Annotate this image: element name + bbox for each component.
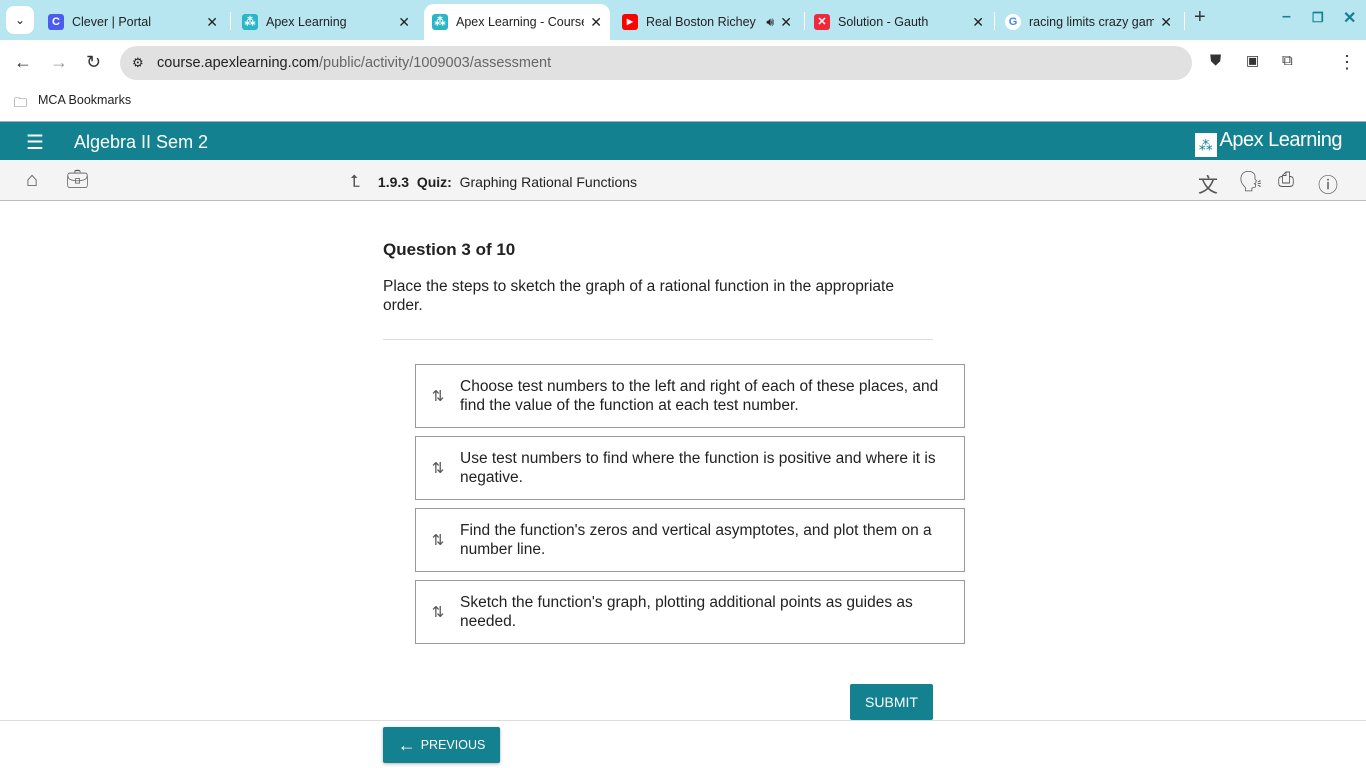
tab-title: Apex Learning - Course bbox=[456, 15, 585, 29]
close-icon[interactable]: ✕ bbox=[590, 14, 602, 31]
tab-youtube[interactable]: ▶ Real Boston Richey 🔊︎ ✕ bbox=[614, 4, 800, 40]
reorder-icon[interactable]: ⇅ bbox=[416, 603, 460, 622]
footer: ← PREVIOUS bbox=[0, 720, 1366, 768]
tab-title: Apex Learning bbox=[266, 15, 347, 29]
extensions-icon[interactable]: ⧉ bbox=[1282, 52, 1293, 69]
apex-icon: ⁂ bbox=[432, 14, 448, 30]
close-icon[interactable]: ✕ bbox=[398, 14, 410, 31]
new-tab-button[interactable]: + bbox=[1194, 6, 1206, 29]
read-aloud-icon[interactable]: 🗣︎ bbox=[1238, 169, 1263, 194]
forward-icon[interactable]: → bbox=[50, 52, 68, 73]
apex-logo: ⁂ Apex Learning bbox=[1194, 129, 1343, 157]
reload-icon[interactable]: ↻ bbox=[86, 52, 101, 73]
reorder-icon[interactable]: ⇅ bbox=[416, 459, 460, 478]
question-panel: Question 3 of 10 Place the steps to sket… bbox=[383, 240, 943, 340]
navigation-bar: ← → ↻ ⚙ course.apexlearning.com/public/a… bbox=[0, 40, 1366, 84]
course-header: ☰ Algebra II Sem 2 ⁂ Apex Learning bbox=[0, 121, 1366, 160]
course-title: Algebra II Sem 2 bbox=[74, 132, 209, 152]
tab-apex-learning[interactable]: ⁂ Apex Learning ✕ bbox=[234, 4, 418, 40]
apex-icon: ⁂ bbox=[242, 14, 258, 30]
breadcrumb: ⮤ 1.9.3 Quiz: Graphing Rational Function… bbox=[350, 172, 637, 192]
briefcase-icon[interactable]: 💼︎ bbox=[66, 169, 89, 190]
up-arrow-icon[interactable]: ⮤ bbox=[350, 172, 360, 191]
hamburger-menu-icon[interactable]: ☰ bbox=[26, 130, 44, 155]
close-window-button[interactable]: ✕ bbox=[1343, 8, 1356, 28]
shield-extension-icon[interactable]: ⛊ bbox=[1210, 52, 1221, 69]
speaker-icon[interactable]: 🔊︎ bbox=[766, 15, 774, 30]
clever-icon: C bbox=[48, 14, 64, 30]
bookmarks-bar: 🗀 MCA Bookmarks bbox=[0, 84, 1366, 120]
sortable-item[interactable]: ⇅ Find the function's zeros and vertical … bbox=[415, 508, 965, 572]
sortable-item[interactable]: ⇅ Use test numbers to find where the func… bbox=[415, 436, 965, 500]
item-text: Use test numbers to find where the funct… bbox=[460, 450, 936, 486]
sortable-item[interactable]: ⇅ Sketch the function's graph, plotting a… bbox=[415, 580, 965, 644]
home-icon[interactable]: ⌂ bbox=[26, 169, 38, 192]
sortable-item[interactable]: ⇅ Choose test numbers to the left and rig… bbox=[415, 364, 965, 428]
reorder-icon[interactable]: ⇅ bbox=[416, 387, 460, 406]
close-icon[interactable]: ✕ bbox=[206, 14, 218, 31]
tab-title: Solution - Gauth bbox=[838, 15, 929, 29]
gauth-icon: ✕ bbox=[814, 14, 830, 30]
help-icon[interactable]: ⓘ bbox=[1318, 169, 1338, 198]
minimize-button[interactable]: – bbox=[1282, 8, 1291, 26]
question-number: Question 3 of 10 bbox=[383, 240, 516, 259]
item-text: Choose test numbers to the left and righ… bbox=[460, 378, 939, 414]
tab-apex-course[interactable]: ⁂ Apex Learning - Course ✕ bbox=[424, 4, 610, 40]
tab-gauth[interactable]: ✕ Solution - Gauth ✕ bbox=[806, 4, 992, 40]
item-text: Sketch the function's graph, plotting ad… bbox=[460, 594, 913, 630]
google-icon: G bbox=[1005, 14, 1021, 30]
address-bar[interactable]: ⚙ course.apexlearning.com/public/activit… bbox=[120, 46, 1192, 80]
tab-google[interactable]: Gracing limits crazy games ✕ bbox=[997, 4, 1180, 40]
bookmark-folder[interactable]: MCA Bookmarks bbox=[38, 93, 131, 107]
tab-title: racing limits crazy games bbox=[1029, 15, 1155, 29]
divider bbox=[383, 339, 933, 340]
menu-icon[interactable]: ⋮ bbox=[1338, 52, 1356, 73]
tab-clever[interactable]: C Clever | Portal ✕ bbox=[40, 4, 226, 40]
restore-button[interactable]: ❐ bbox=[1312, 10, 1324, 26]
print-icon[interactable]: ⎙ bbox=[1278, 169, 1294, 192]
tab-search-button[interactable]: ⌄ bbox=[6, 6, 34, 34]
tab-title: Clever | Portal bbox=[72, 15, 151, 29]
close-icon[interactable]: ✕ bbox=[972, 14, 984, 31]
close-icon[interactable]: ✕ bbox=[780, 14, 792, 31]
activity-number: 1.9.3 bbox=[377, 174, 410, 190]
question-prompt: Place the steps to sketch the graph of a… bbox=[383, 278, 894, 314]
activity-toolbar: ⌂ 💼︎ ⮤ 1.9.3 Quiz: Graphing Rational Fun… bbox=[0, 160, 1366, 201]
reorder-icon[interactable]: ⇅ bbox=[416, 531, 460, 550]
cast-extension-icon[interactable]: ▣ bbox=[1246, 52, 1259, 69]
url-path: /public/activity/1009003/assessment bbox=[319, 55, 552, 71]
translate-icon[interactable]: 文 bbox=[1198, 169, 1218, 198]
submit-button[interactable]: SUBMIT bbox=[850, 684, 933, 720]
tab-strip: ⌄ C Clever | Portal ✕ ⁂ Apex Learning ✕ ⁂ Ape… bbox=[0, 0, 1366, 40]
folder-icon: 🗀 bbox=[14, 95, 28, 110]
close-icon[interactable]: ✕ bbox=[1160, 14, 1172, 31]
activity-title: Graphing Rational Functions bbox=[459, 174, 638, 190]
arrow-left-icon: ← bbox=[397, 735, 421, 755]
youtube-icon: ▶ bbox=[622, 14, 638, 30]
back-icon[interactable]: ← bbox=[14, 52, 32, 73]
item-text: Find the function's zeros and vertical a… bbox=[460, 522, 932, 558]
url-host: course.apexlearning.com bbox=[157, 55, 320, 71]
activity-type: Quiz: bbox=[416, 174, 452, 190]
previous-button[interactable]: ← PREVIOUS bbox=[383, 727, 500, 763]
site-settings-icon[interactable]: ⚙ bbox=[132, 46, 144, 80]
tab-title: Real Boston Richey bbox=[646, 15, 756, 29]
